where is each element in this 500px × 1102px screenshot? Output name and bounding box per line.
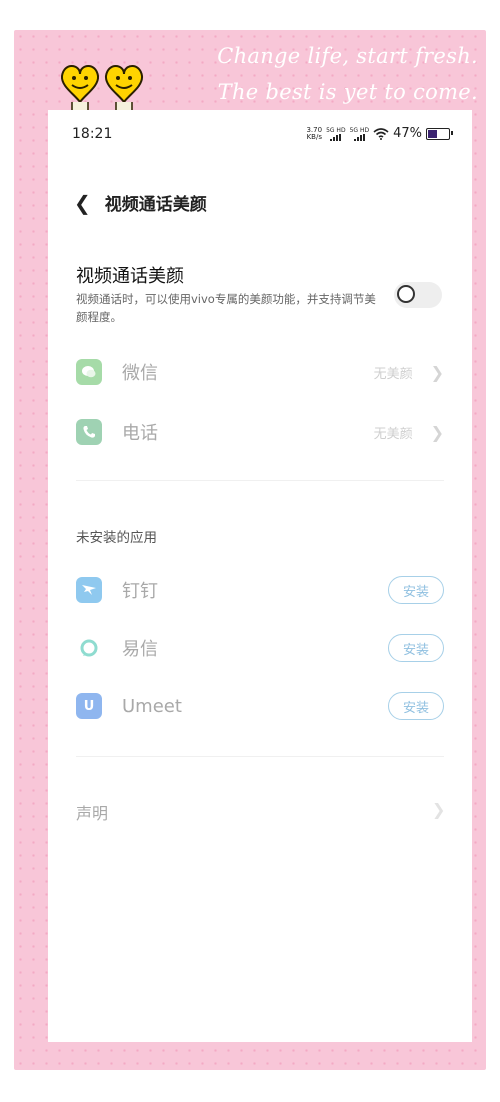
- sim2-label: 5G HD: [349, 126, 370, 134]
- phone-screen: 18:21 3.70 KB/s 5G HD 5G HD 47% ❮ 视频通话美颜…: [48, 110, 472, 1042]
- battery-icon: [426, 127, 453, 140]
- install-button[interactable]: 安装: [388, 576, 444, 604]
- install-button[interactable]: 安装: [388, 634, 444, 662]
- statement-link[interactable]: 声明: [76, 800, 108, 824]
- beauty-toggle-switch[interactable]: [394, 282, 442, 308]
- chevron-right-icon: ❯: [430, 362, 444, 382]
- frame-quote-line1: Change life, start fresh.: [217, 44, 478, 68]
- divider: [76, 480, 444, 481]
- status-icons: 3.70 KB/s 5G HD 5G HD 47%: [306, 126, 453, 141]
- sim2-signal-icon: 5G HD: [349, 126, 370, 141]
- app-name: 钉钉: [122, 581, 158, 602]
- sim1-label: 5G HD: [326, 126, 346, 134]
- chevron-right-icon: ❯: [432, 800, 446, 819]
- app-row-yixin: 易信 安装: [76, 628, 444, 668]
- not-installed-header: 未安装的应用: [76, 530, 157, 546]
- yixin-icon: [76, 635, 102, 661]
- app-row-wechat[interactable]: 微信 无美颜 ❯: [76, 352, 444, 392]
- app-name: 易信: [122, 639, 158, 660]
- dingtalk-icon: [76, 577, 102, 603]
- chevron-right-icon: ❯: [430, 422, 444, 442]
- app-row-dingtalk: 钉钉 安装: [76, 570, 444, 610]
- net-speed-unit: KB/s: [306, 132, 322, 141]
- frame-quote-line2: The best is yet to come.: [217, 80, 478, 104]
- phone-icon: [76, 419, 102, 445]
- beauty-level: 无美颜: [373, 366, 413, 382]
- app-row-umeet: U Umeet 安装: [76, 686, 444, 726]
- app-row-phone[interactable]: 电话 无美颜 ❯: [76, 412, 444, 452]
- divider: [76, 756, 444, 757]
- umeet-icon: U: [76, 693, 102, 719]
- app-name: 微信: [122, 363, 158, 384]
- nav-bar: ❮ 视频通话美颜: [74, 190, 207, 216]
- wifi-icon: [373, 127, 389, 140]
- wechat-icon: [76, 359, 102, 385]
- beauty-setting-description: 视频通话时，可以使用vivo专属的美颜功能，并支持调节美颜程度。: [76, 292, 376, 324]
- app-name: Umeet: [122, 695, 182, 717]
- page-title: 视频通话美颜: [104, 195, 207, 215]
- sim1-signal-icon: 5G HD: [326, 127, 346, 141]
- status-time: 18:21: [72, 126, 113, 142]
- battery-percent: 47%: [393, 126, 422, 141]
- app-name: 电话: [122, 423, 158, 444]
- beauty-level: 无美颜: [373, 426, 413, 442]
- beauty-setting-title: 视频通话美颜: [76, 266, 184, 287]
- toggle-knob: [397, 285, 415, 303]
- install-button[interactable]: 安装: [388, 692, 444, 720]
- net-speed: 3.70 KB/s: [306, 126, 322, 141]
- back-chevron-icon[interactable]: ❮: [74, 191, 91, 215]
